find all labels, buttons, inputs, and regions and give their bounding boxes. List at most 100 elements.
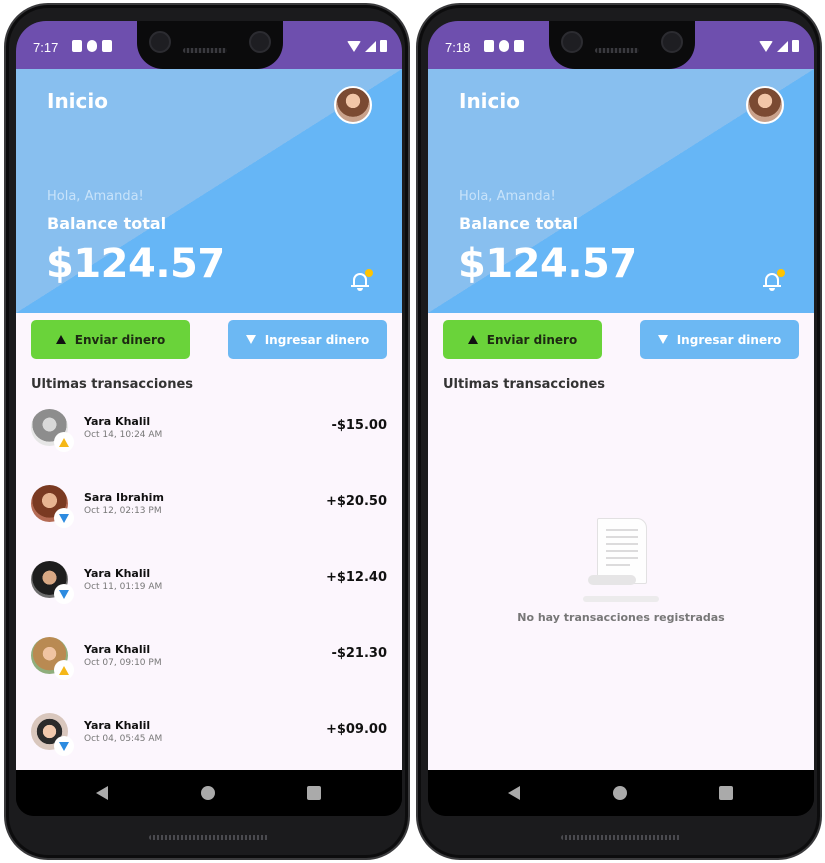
signal-icon [365, 41, 376, 52]
transaction-date: Oct 11, 01:19 AM [84, 582, 163, 592]
earpiece-speaker [595, 48, 639, 53]
transaction-name: Yara Khalil [84, 719, 151, 732]
screen: 7:17 Inicio Hola, Amanda! Balance total … [16, 21, 402, 816]
transaction-amount: -$21.30 [331, 646, 387, 661]
arrow-up-icon [59, 665, 69, 675]
transaction-amount: +$20.50 [325, 494, 387, 509]
arrow-down-icon [657, 335, 668, 344]
phone-right: 7:18 Inicio Hola, Amanda! Balance total … [416, 3, 822, 860]
recents-icon[interactable] [307, 786, 321, 800]
battery-icon [792, 40, 799, 52]
transaction-list: Yara Khalil Oct 14, 10:24 AM -$15.00 Sar… [16, 403, 402, 783]
app-notification-icon [87, 40, 97, 52]
system-icons [759, 40, 799, 52]
status-time: 7:17 [33, 40, 59, 55]
received-badge [54, 584, 74, 604]
page-title: Inicio [459, 89, 520, 113]
wifi-icon [347, 41, 361, 52]
earpiece-speaker [183, 48, 227, 53]
transaction-row[interactable]: Yara Khalil Oct 07, 09:10 PM -$21.30 [16, 631, 402, 707]
camera-icon [149, 31, 171, 53]
phone-left: 7:17 Inicio Hola, Amanda! Balance total … [4, 3, 410, 860]
arrow-up-icon [55, 335, 66, 344]
transaction-row[interactable]: Yara Khalil Oct 14, 10:24 AM -$15.00 [16, 403, 402, 479]
app-notification-icon [72, 40, 82, 52]
send-money-label: Enviar dinero [486, 332, 578, 347]
transaction-row[interactable]: Yara Khalil Oct 11, 01:19 AM +$12.40 [16, 555, 402, 631]
deposit-money-button[interactable]: Ingresar dinero [228, 320, 387, 359]
arrow-down-icon [59, 589, 69, 599]
received-badge [54, 508, 74, 528]
balance-header: Inicio Hola, Amanda! Balance total $124.… [16, 69, 402, 313]
camera-icon [249, 31, 271, 53]
sd-card-icon [102, 40, 112, 52]
arrow-up-icon [59, 437, 69, 447]
send-money-label: Enviar dinero [74, 332, 166, 347]
transaction-row[interactable]: Sara Ibrahim Oct 12, 02:13 PM +$20.50 [16, 479, 402, 555]
bottom-speaker-grille [561, 835, 681, 840]
deposit-money-label: Ingresar dinero [676, 332, 782, 347]
sent-badge [54, 660, 74, 680]
empty-state-message: No hay transacciones registradas [517, 611, 725, 624]
transaction-amount: -$15.00 [331, 418, 387, 433]
received-badge [54, 736, 74, 756]
back-icon[interactable] [508, 786, 520, 800]
bell-icon[interactable] [763, 269, 785, 291]
transactions-title: Ultimas transacciones [31, 377, 194, 392]
balance-label: Balance total [47, 214, 167, 233]
home-icon[interactable] [613, 786, 627, 800]
home-icon[interactable] [201, 786, 215, 800]
camera-notch [137, 21, 283, 69]
send-money-button[interactable]: Enviar dinero [443, 320, 602, 359]
transaction-name: Yara Khalil [84, 415, 151, 428]
status-time: 7:18 [445, 40, 471, 55]
send-money-button[interactable]: Enviar dinero [31, 320, 190, 359]
transaction-date: Oct 04, 05:45 AM [84, 734, 163, 744]
notification-dot [365, 269, 373, 277]
battery-icon [380, 40, 387, 52]
arrow-down-icon [59, 741, 69, 751]
profile-avatar[interactable] [746, 86, 784, 124]
balance-amount: $124.57 [46, 241, 225, 287]
transaction-name: Yara Khalil [84, 567, 151, 580]
wifi-icon [759, 41, 773, 52]
transaction-name: Yara Khalil [84, 643, 151, 656]
empty-state: No hay transacciones registradas [428, 508, 814, 638]
back-icon[interactable] [96, 786, 108, 800]
navigation-bar [428, 770, 814, 816]
navigation-bar [16, 770, 402, 816]
sd-card-icon [514, 40, 524, 52]
balance-label: Balance total [459, 214, 579, 233]
transaction-date: Oct 07, 09:10 PM [84, 658, 162, 668]
page-title: Inicio [47, 89, 108, 113]
transaction-date: Oct 12, 02:13 PM [84, 506, 162, 516]
transaction-amount: +$12.40 [325, 570, 387, 585]
greeting-text: Hola, Amanda! [459, 189, 556, 204]
transaction-date: Oct 14, 10:24 AM [84, 430, 163, 440]
notification-icons [484, 40, 524, 52]
deposit-money-button[interactable]: Ingresar dinero [640, 320, 799, 359]
bell-icon[interactable] [351, 269, 373, 291]
notification-icons [72, 40, 112, 52]
sent-badge [54, 432, 74, 452]
deposit-money-label: Ingresar dinero [264, 332, 370, 347]
system-icons [347, 40, 387, 52]
signal-icon [777, 41, 788, 52]
arrow-down-icon [245, 335, 256, 344]
bottom-speaker-grille [149, 835, 269, 840]
profile-avatar[interactable] [334, 86, 372, 124]
transactions-title: Ultimas transacciones [443, 377, 606, 392]
camera-icon [561, 31, 583, 53]
arrow-up-icon [467, 335, 478, 344]
app-notification-icon [484, 40, 494, 52]
camera-icon [661, 31, 683, 53]
recents-icon[interactable] [719, 786, 733, 800]
notification-dot [777, 269, 785, 277]
arrow-down-icon [59, 513, 69, 523]
greeting-text: Hola, Amanda! [47, 189, 144, 204]
main-content: Enviar dinero Ingresar dinero Ultimas tr… [16, 313, 402, 770]
app-notification-icon [499, 40, 509, 52]
screen: 7:18 Inicio Hola, Amanda! Balance total … [428, 21, 814, 816]
balance-amount: $124.57 [458, 241, 637, 287]
transaction-amount: +$09.00 [325, 722, 387, 737]
